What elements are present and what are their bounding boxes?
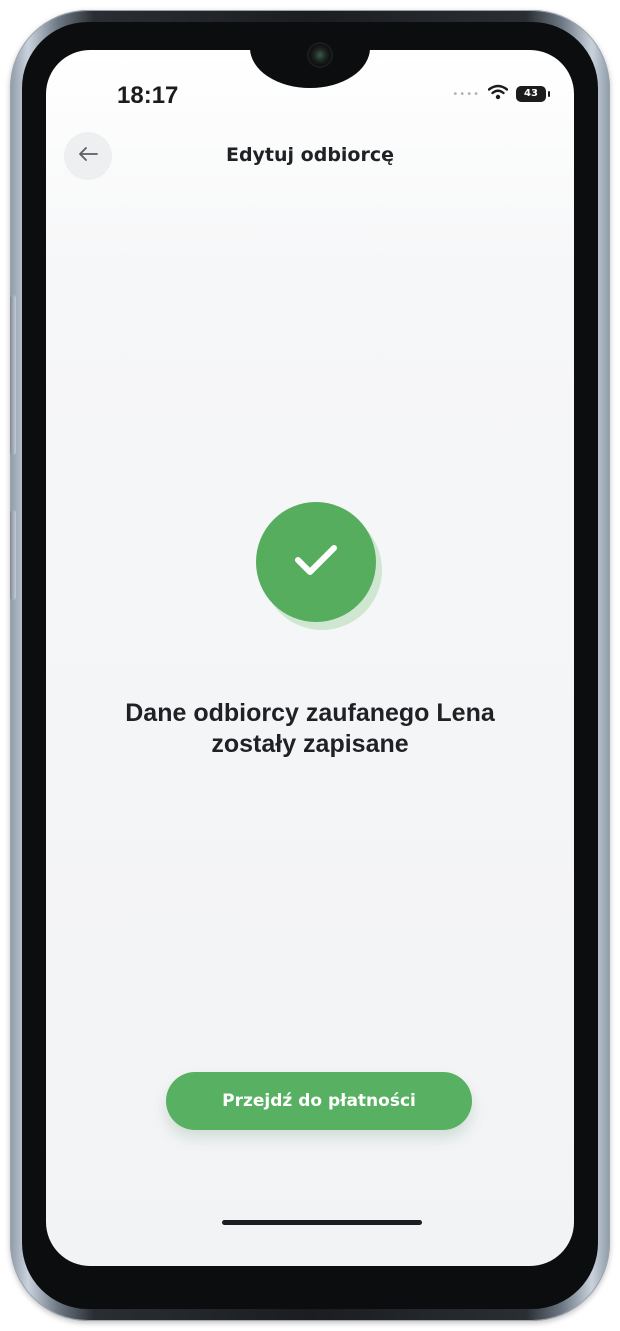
status-time: 18:17 — [117, 82, 179, 109]
success-message: Dane odbiorcy zaufanego Lena zostały zap… — [66, 698, 554, 760]
signal-dots-icon: •••• — [452, 88, 480, 100]
volume-button — [10, 295, 16, 455]
battery-icon: 43 — [516, 86, 550, 102]
page-title: Edytuj odbiorcę — [225, 144, 395, 166]
front-camera — [309, 44, 331, 66]
home-indicator[interactable] — [222, 1220, 422, 1225]
status-icons: •••• 43 — [452, 84, 550, 104]
success-message-line-1: Dane odbiorcy zaufanego Lena — [125, 699, 495, 727]
success-badge — [256, 502, 376, 622]
checkmark-icon — [294, 543, 338, 581]
app-screen: 18:17 •••• 43 Edytuj odbiorcę Dane odbio… — [46, 50, 574, 1266]
success-message-line-2: zostały zapisane — [211, 730, 409, 758]
power-button — [10, 510, 16, 600]
go-to-payment-button[interactable]: Przejdź do płatności — [166, 1072, 472, 1130]
wifi-icon — [487, 84, 509, 104]
